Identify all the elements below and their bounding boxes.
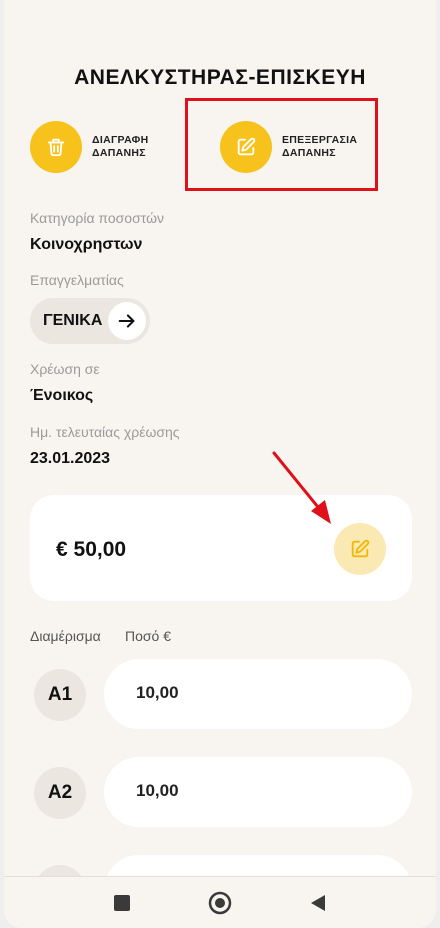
recents-button[interactable] <box>102 883 142 923</box>
edit-amount-button[interactable] <box>334 523 386 575</box>
charge-to-value: Ένοικος <box>30 387 94 404</box>
delete-expense-label: ΔΙΑΓΡΑΦΗ ΔΑΠΑΝΗΣ <box>92 134 149 159</box>
amount-input[interactable]: 10,00 <box>104 659 412 729</box>
highlight-box <box>185 98 378 191</box>
delete-expense-action[interactable]: ΔΙΑΓΡΑΦΗ ΔΑΠΑΝΗΣ <box>30 121 148 173</box>
last-charge-date-value: 23.01.2023 <box>30 450 111 467</box>
system-navigation-bar <box>4 876 436 928</box>
arrow-right-icon <box>118 314 135 328</box>
amount-column-header: Ποσό € <box>125 628 171 644</box>
professional-selector[interactable]: ΓΕΝΙΚΑ <box>30 298 150 344</box>
expense-detail-screen: ΑΝΕΛΚΥΣΤΗΡΑΣ-ΕΠΙΣΚΕΥΗ ΔΙΑΓΡΑΦΗ ΔΑΠΑΝΗΣ Ε… <box>4 0 436 928</box>
last-charge-date-label: Ημ. τελευταίας χρέωσης <box>30 424 180 440</box>
total-amount-card: € 50,00 <box>30 495 412 601</box>
table-row: A2 10,00 <box>30 757 412 827</box>
professional-label: Επαγγελματίας <box>30 272 124 288</box>
circle-home-icon <box>208 891 232 915</box>
professional-value: ΓΕΝΙΚΑ <box>43 312 103 329</box>
professional-open-button[interactable] <box>108 302 146 340</box>
amount-input-value: 10,00 <box>136 781 179 800</box>
apartment-badge: A1 <box>34 669 86 721</box>
page-title: ΑΝΕΛΚΥΣΤΗΡΑΣ-ΕΠΙΣΚΕΥΗ <box>74 66 366 89</box>
category-label: Κατηγορία ποσοστών <box>30 210 164 226</box>
square-icon <box>114 895 130 911</box>
amount-input[interactable]: 10,00 <box>104 757 412 827</box>
pencil-square-icon <box>351 539 370 558</box>
apartment-column-header: Διαμέρισμα <box>30 628 101 644</box>
apartment-badge: A2 <box>34 767 86 819</box>
category-value: Κοινοχρηστων <box>30 236 143 253</box>
trash-icon <box>47 138 65 157</box>
charge-to-label: Χρέωση σε <box>30 361 100 377</box>
delete-expense-button[interactable] <box>30 121 82 173</box>
total-amount: € 50,00 <box>56 538 127 561</box>
amount-input-value: 10,00 <box>136 683 179 702</box>
home-button[interactable] <box>200 883 240 923</box>
back-button[interactable] <box>298 883 338 923</box>
triangle-back-icon <box>311 895 325 911</box>
table-row: A1 10,00 <box>30 659 412 729</box>
